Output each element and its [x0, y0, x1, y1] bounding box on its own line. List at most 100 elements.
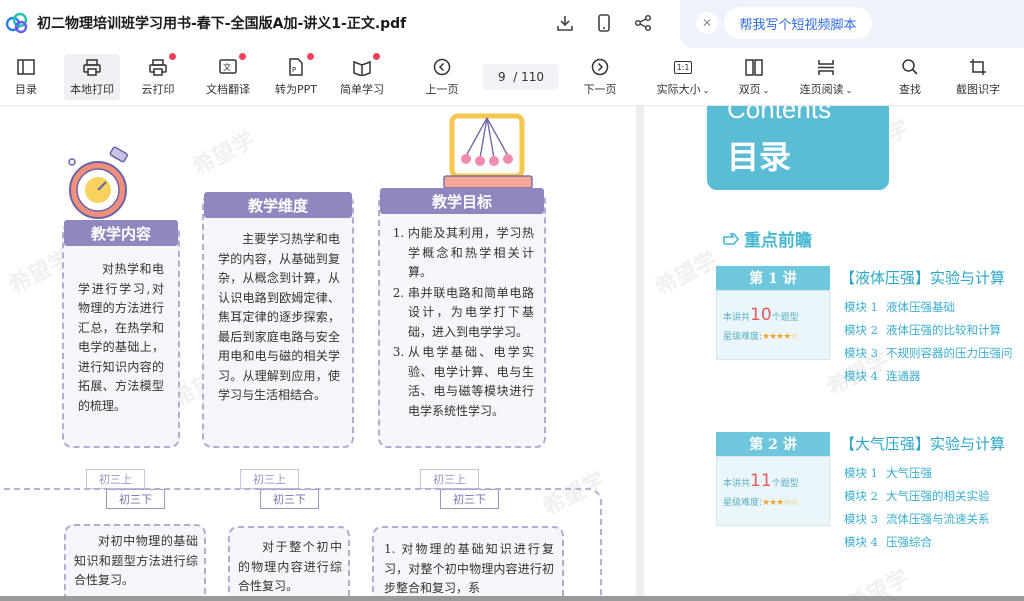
toolbar-translate-button[interactable]: 文 文档翻译 — [200, 53, 256, 100]
toolbar-screenshot-ocr-button[interactable]: 截图识字 — [952, 54, 1004, 100]
lecture-tab: 第 1 讲 — [716, 266, 830, 290]
ai-suggestion-chip[interactable]: 帮我写个短视频脚本 — [724, 7, 872, 39]
new-badge-dot — [169, 53, 176, 60]
mobile-icon[interactable] — [592, 11, 616, 35]
lecture-note: 本讲共10个题型 星级难度:★★★★☆ — [716, 290, 830, 360]
chevron-down-icon: ⌄ — [762, 86, 770, 95]
document-viewer[interactable]: 希望学 希望学 希望学 希望学 教学内容 对热学和电学进行学习,对物理的方法进 — [0, 106, 1024, 601]
toolbar: 目录 本地打印 云打印 文 文档翻译 P 转为PPT 简单学习 上一页 下一页 … — [0, 48, 1024, 106]
card-heading: 教学维度 — [204, 192, 352, 218]
card-body: 1. 对物理的基础知识进行复习，对整个初中物理内容进行初步整合和复习，系 — [384, 542, 554, 595]
toolbar-to-ppt-button[interactable]: P 转为PPT — [270, 53, 322, 100]
toolbar-label: 双页 — [738, 83, 761, 96]
card-heading: 教学内容 — [64, 220, 178, 246]
card-body: 对于整个初中的物理内容进行综合性复习。 — [238, 540, 342, 593]
toolbar-next-page-button[interactable]: 下一页 — [580, 54, 620, 100]
toolbar-label: 上一页 — [425, 83, 459, 96]
pdf-page-right: 希望学 希望学 希望学 希望学 Contents 目录 重点前瞻 第 1 讲 【… — [644, 106, 1024, 601]
toolbar-prev-page-button[interactable]: 上一页 — [422, 54, 462, 100]
list-item[interactable]: 模块 4 连通器 — [844, 365, 1012, 388]
contents-title-cn: 目录 — [727, 138, 792, 176]
ai-panel-close-button[interactable]: ✕ — [696, 12, 718, 34]
toolbar-local-print-button[interactable]: 本地打印 — [64, 54, 120, 100]
pointing-hand-icon — [723, 232, 740, 245]
double-page-icon — [743, 56, 765, 78]
new-badge-dot — [307, 53, 314, 60]
list-item: 从电学基础、电学实验、电学计算、电与生活、电与磁等模块进行电学系统性学习。 — [408, 343, 534, 421]
contents-banner: Contents 目录 — [707, 106, 889, 190]
focus-heading: 重点前瞻 — [722, 226, 812, 251]
list-item[interactable]: 模块 3 不规则容器的压力压强问 — [844, 342, 1012, 365]
list-item: 串并联电路和简单电路设计，为电学打下基础，进入到电学学习。 — [408, 284, 534, 343]
toolbar-double-page-button[interactable]: 双页 ⌄ — [734, 54, 774, 100]
next-page-icon — [589, 56, 611, 78]
share-icon[interactable] — [631, 11, 655, 35]
list-item[interactable]: 模块 1 大气压强 — [844, 462, 989, 485]
watermark: 希望学 — [189, 127, 260, 181]
module-list: 模块 1 液体压强基础 模块 2 液体压强的比较和计算 模块 3 不规则容器的压力压强… — [844, 296, 1012, 388]
watermark: 希望学 — [843, 565, 914, 601]
horizontal-scrollbar[interactable] — [0, 596, 1024, 601]
search-icon — [899, 56, 921, 78]
total-pages: / 110 — [513, 70, 545, 84]
watermark: 希望学 — [651, 247, 722, 301]
newtons-cradle-illustration — [443, 113, 533, 189]
toolbar-continuous-button[interactable]: 连页阅读 ⌄ — [794, 54, 858, 100]
list-item[interactable]: 模块 3 流体压强与流速关系 — [844, 508, 989, 531]
card-heading: 教学目标 — [380, 188, 544, 214]
toolbar-label: 截图识字 — [956, 83, 1000, 96]
grade-label-upper: 初三上 — [420, 469, 479, 489]
lecture-entry: 第 2 讲 【大气压强】实验与计算 本讲共11个题型 星级难度:★★★☆☆ 模块… — [716, 432, 1024, 549]
continuous-icon — [815, 56, 837, 78]
grade-label-upper: 初三上 — [240, 469, 299, 489]
card-body: 内能及其利用，学习热学概念和热学相关计算。 串并联电路和简单电路设计，为电学打下… — [394, 224, 534, 422]
toolbar-label: 文档翻译 — [206, 83, 250, 96]
title-bar: 初二物理培训班学习用书-春下-全国版A加-讲义1-正文.pdf ✕ 帮我写个短视… — [0, 0, 1024, 48]
stopwatch-illustration — [68, 146, 128, 219]
pdf-page-left: 希望学 希望学 希望学 希望学 教学内容 对热学和电学进行学习,对物理的方法进 — [0, 106, 636, 601]
app-logo-icon — [6, 12, 28, 34]
lecture-note: 本讲共11个题型 星级难度:★★★☆☆ — [716, 456, 830, 526]
toolbar-label: 下一页 — [583, 83, 617, 96]
toolbar-label: 实际大小 — [656, 83, 701, 96]
lecture-entry: 第 1 讲 【液体压强】实验与计算 本讲共10个题型 星级难度:★★★★☆ 模块… — [716, 266, 1024, 383]
card-body: 对初中物理的基础知识和题型方法进行综合性复习。 — [74, 534, 198, 587]
translate-icon: 文 — [217, 53, 246, 78]
toolbar-label: 转为PPT — [275, 83, 317, 96]
ai-assistant-panel: ✕ 帮我写个短视频脚本 — [680, 0, 1024, 48]
screenshot-ocr-icon — [967, 56, 989, 78]
toolbar-actual-size-button[interactable]: 1:1 实际大小 ⌄ — [650, 54, 716, 100]
toolbar-label: 目录 — [15, 83, 37, 96]
toolbar-label: 云打印 — [141, 83, 175, 96]
list-item[interactable]: 模块 2 液体压强的比较和计算 — [844, 319, 1012, 342]
list-item[interactable]: 模块 4 压强综合 — [844, 531, 989, 554]
list-item[interactable]: 模块 2 大气压强的相关实验 — [844, 485, 989, 508]
chevron-down-icon: ⌄ — [845, 86, 853, 95]
page-number-input[interactable]: 9 / 110 — [483, 64, 559, 90]
lecture-title: 【大气压强】实验与计算 — [840, 435, 1006, 453]
svg-text:P: P — [292, 66, 296, 74]
contents-title-en: Contents — [727, 106, 832, 124]
chevron-down-icon: ⌄ — [702, 86, 710, 95]
new-badge-dot — [373, 53, 380, 60]
toolbar-study-button[interactable]: 简单学习 — [336, 53, 388, 100]
prev-page-icon — [431, 56, 453, 78]
list-item: 内能及其利用，学习热学概念和热学相关计算。 — [408, 224, 534, 283]
toolbar-label: 本地打印 — [70, 83, 114, 96]
toolbar-outline-button[interactable]: 目录 — [8, 54, 44, 100]
document-title: 初二物理培训班学习用书-春下-全国版A加-讲义1-正文.pdf — [37, 16, 407, 32]
cloud-printer-icon — [147, 53, 176, 78]
toolbar-search-button[interactable]: 查找 — [892, 54, 928, 100]
outline-icon — [15, 56, 37, 78]
toolbar-label: 简单学习 — [340, 83, 384, 96]
grade-label-upper: 初三上 — [86, 469, 145, 489]
star-rating: ★★★★☆ — [762, 332, 798, 342]
card-body: 对热学和电学进行学习,对物理的方法进行汇总，在热学和电学的基础上，进行知识内容的… — [78, 262, 164, 413]
star-rating: ★★★☆☆ — [762, 498, 798, 508]
module-list: 模块 1 大气压强 模块 2 大气压强的相关实验 模块 3 流体压强与流速关系 模块 … — [844, 462, 989, 554]
list-item[interactable]: 模块 1 液体压强基础 — [844, 296, 1012, 319]
download-icon[interactable] — [553, 11, 577, 35]
toolbar-cloud-print-button[interactable]: 云打印 — [136, 53, 180, 100]
lecture-tab: 第 2 讲 — [716, 432, 830, 456]
svg-text:文: 文 — [223, 62, 231, 72]
